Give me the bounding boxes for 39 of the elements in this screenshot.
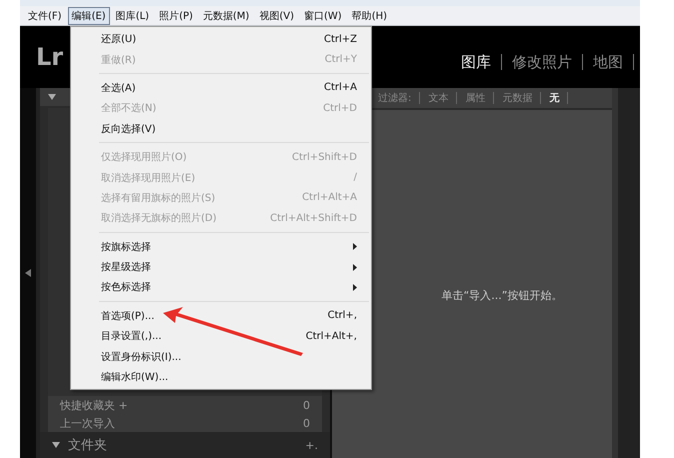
collection-label: 快捷收藏夹 + <box>60 398 128 412</box>
filter-label: 过滤器: <box>378 92 412 105</box>
module-tab[interactable]: 修改照片 <box>512 52 572 72</box>
submenu-arrow-icon <box>353 243 357 250</box>
menu-bar-item[interactable]: 视图(V) <box>255 6 298 24</box>
app-logo: Lr <box>36 43 64 71</box>
collapse-left-icon <box>25 269 31 277</box>
menu-item[interactable]: 还原(U) Ctrl+Z <box>71 29 371 50</box>
folders-label: 文件夹 <box>68 437 107 454</box>
add-folder-button[interactable]: +. <box>305 438 318 452</box>
menu-bar-item[interactable]: 编辑(E) <box>68 6 110 24</box>
menu-item[interactable]: 编辑水印(W)... <box>71 366 371 388</box>
collection-label: 上一次导入 <box>60 416 115 430</box>
expand-triangle-icon <box>52 442 60 448</box>
menu-item[interactable]: 按旗标选择 <box>71 236 371 257</box>
menu-bar-item[interactable]: 帮助(H) <box>348 6 392 24</box>
submenu-arrow-icon <box>353 264 357 271</box>
menu-item[interactable]: 反向选择(V) <box>71 118 371 139</box>
collection-count: 0 <box>303 398 310 412</box>
module-tab[interactable]: 图库 <box>461 52 491 72</box>
expand-triangle-icon <box>48 94 56 100</box>
menu-item[interactable]: 全选(A) Ctrl+A <box>71 78 371 98</box>
menu-bar-item[interactable]: 照片(P) <box>155 6 197 24</box>
collection-row[interactable]: 快捷收藏夹 + 0 <box>48 396 322 414</box>
menu-bar-item[interactable]: 元数据(M) <box>198 6 254 24</box>
menu-item[interactable]: 首选项(P)... Ctrl+, <box>71 306 371 326</box>
menu-bar-item[interactable]: 窗口(W) <box>300 6 346 24</box>
menu-bar-item[interactable]: 文件(F) <box>24 6 66 24</box>
empty-library-message: 单击“导入...”按钮开始。 <box>442 288 562 302</box>
submenu-arrow-icon <box>353 284 357 291</box>
collection-row[interactable]: 上一次导入 0 <box>48 414 322 432</box>
filter-option[interactable]: 无 <box>549 91 560 105</box>
menu-item[interactable]: 按色标选择 <box>71 277 371 298</box>
module-tab[interactable]: 地图 <box>593 52 623 72</box>
collection-count: 0 <box>303 416 310 430</box>
menu-item[interactable]: 按星级选择 <box>71 256 371 278</box>
menu-item[interactable]: 目录设置(,)... Ctrl+Alt+, <box>71 326 371 346</box>
menu-item[interactable]: 设置身份标识(I)... <box>71 346 371 367</box>
menu-bar-item[interactable]: 图库(L) <box>112 6 154 24</box>
